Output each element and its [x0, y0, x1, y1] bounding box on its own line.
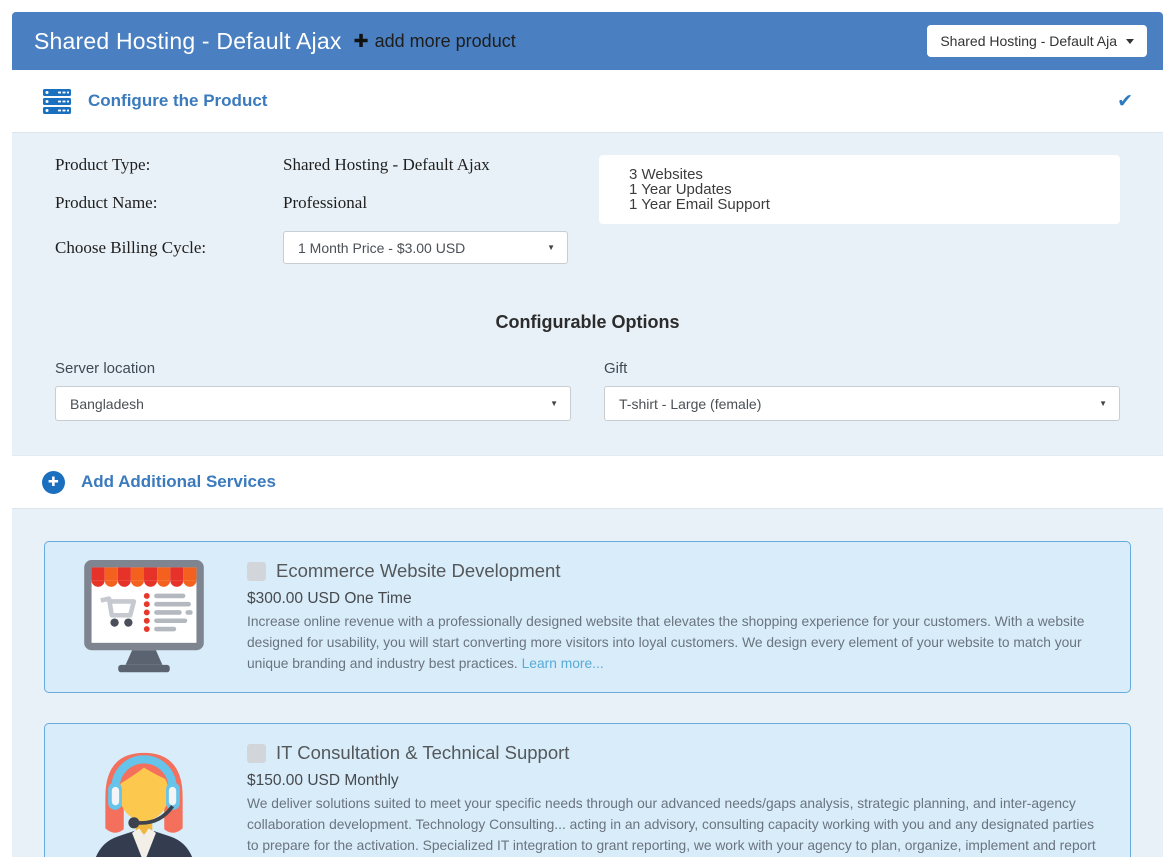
billing-cycle-row: Choose Billing Cycle: 1 Month Price - $3… — [55, 231, 583, 264]
product-name-value: Professional — [283, 193, 368, 212]
addon-card-ecommerce: Ecommerce Website Development $300.00 US… — [44, 541, 1131, 693]
feature-item: 1 Year Email Support — [629, 196, 770, 213]
add-more-product-label: add more product — [374, 30, 516, 51]
addon-title: Ecommerce Website Development — [276, 560, 561, 581]
addon-checkbox[interactable] — [247, 561, 266, 581]
product-switcher-label: Shared Hosting - Default Aja — [940, 33, 1117, 49]
addon-checkbox[interactable] — [247, 743, 266, 763]
learn-more-link[interactable]: Learn more... — [522, 656, 604, 671]
product-name-row: Product Name: Professional — [55, 193, 583, 213]
dropdown-arrow-icon: ▼ — [547, 243, 555, 252]
addon-price: $300.00 USD One Time — [247, 590, 412, 607]
order-container: Shared Hosting - Default Ajax ✚ add more… — [12, 12, 1163, 857]
addon-description: We deliver solutions suited to meet your… — [247, 794, 1106, 857]
product-type-label: Product Type: — [55, 155, 151, 174]
addon-price: $150.00 USD Monthly — [247, 772, 399, 789]
addon-description: Increase online revenue with a professio… — [247, 612, 1106, 675]
addon-body: Ecommerce Website Development $300.00 US… — [247, 556, 1106, 678]
option-gift: Gift T-shirt - Large (female) ▼ — [604, 360, 1120, 421]
dropdown-arrow-icon: ▼ — [550, 399, 558, 408]
gift-label: Gift — [604, 360, 628, 377]
product-type-row: Product Type: Shared Hosting - Default A… — [55, 155, 583, 175]
gift-select[interactable]: T-shirt - Large (female) ▼ — [604, 386, 1120, 421]
caret-down-icon — [1126, 38, 1134, 44]
product-name-label: Product Name: — [55, 193, 158, 212]
product-features-box: 3 Websites 1 Year Updates 1 Year Email S… — [599, 155, 1120, 224]
feature-item: 3 Websites — [629, 166, 703, 183]
additional-services-title: Add Additional Services — [81, 472, 276, 491]
billing-cycle-label: Choose Billing Cycle: — [55, 237, 207, 257]
plus-circle-icon: ✚ — [42, 470, 65, 494]
plus-icon: ✚ — [353, 30, 369, 51]
feature-item: 1 Year Updates — [629, 181, 732, 198]
addons-panel: Ecommerce Website Development $300.00 US… — [12, 508, 1163, 857]
product-switcher-dropdown[interactable]: Shared Hosting - Default Aja — [927, 25, 1147, 57]
addon-title: IT Consultation & Technical Support — [276, 742, 570, 763]
gift-selected-value: T-shirt - Large (female) — [619, 395, 762, 412]
configurable-options-title: Configurable Options — [495, 312, 680, 332]
server-location-selected-value: Bangladesh — [70, 395, 144, 412]
product-header-bar: Shared Hosting - Default Ajax ✚ add more… — [12, 12, 1163, 70]
section-complete-check-icon: ✔ — [1117, 90, 1133, 112]
server-location-label: Server location — [55, 360, 156, 377]
support-agent-illustration — [75, 738, 247, 857]
dropdown-arrow-icon: ▼ — [1099, 399, 1107, 408]
addon-card-it-consultation: IT Consultation & Technical Support $150… — [44, 723, 1131, 857]
product-config-panel: Product Type: Shared Hosting - Default A… — [12, 132, 1163, 455]
configurable-options-row: Server location Bangladesh ▼ Gift T-shir… — [55, 360, 1120, 421]
ecommerce-illustration — [75, 556, 247, 678]
option-server-location: Server location Bangladesh ▼ — [55, 360, 571, 421]
server-location-select[interactable]: Bangladesh ▼ — [55, 386, 571, 421]
billing-cycle-select[interactable]: 1 Month Price - $3.00 USD ▼ — [283, 231, 568, 264]
addon-body: IT Consultation & Technical Support $150… — [247, 738, 1106, 857]
addon-description-text: We deliver solutions suited to meet your… — [247, 796, 1096, 853]
configure-product-title: Configure the Product — [88, 91, 268, 110]
product-type-value: Shared Hosting - Default Ajax — [283, 155, 490, 174]
page-title: Shared Hosting - Default Ajax — [34, 27, 342, 54]
add-more-product-link[interactable]: ✚ add more product — [354, 31, 516, 52]
configure-product-section-header: Configure the Product ✔ — [12, 70, 1163, 132]
server-stack-icon — [42, 88, 72, 115]
additional-services-section-header: ✚ Add Additional Services — [12, 455, 1163, 508]
addon-description-text: Increase online revenue with a professio… — [247, 614, 1085, 671]
billing-cycle-selected-value: 1 Month Price - $3.00 USD — [298, 239, 466, 256]
order-page: Shared Hosting - Default Ajax ✚ add more… — [0, 0, 1175, 857]
product-details: Product Type: Shared Hosting - Default A… — [55, 155, 583, 264]
